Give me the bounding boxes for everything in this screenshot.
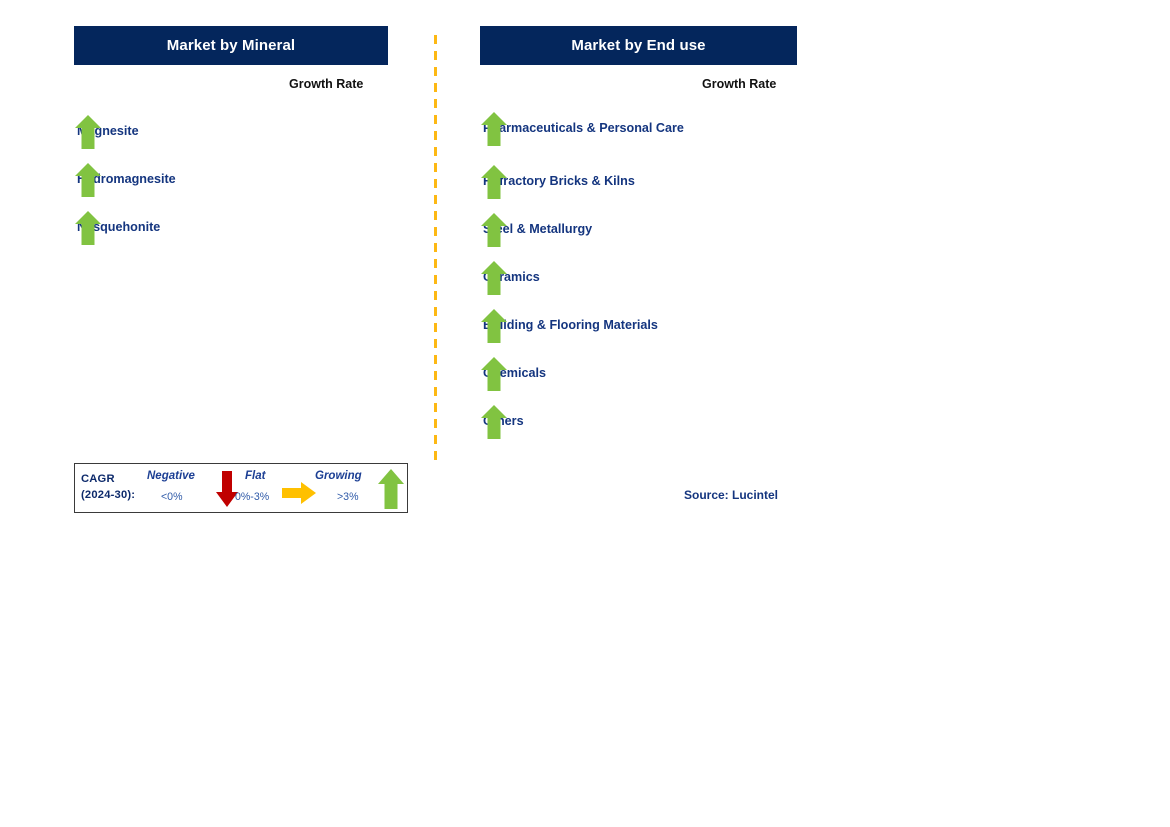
cagr-legend: CAGR (2024-30): Negative <0% Flat 0%-3% … — [74, 463, 408, 513]
rows-mineral: Magnesite Hydromagnesite Nesquehonite — [74, 108, 388, 252]
row-label: Steel & Metallurgy — [483, 222, 593, 237]
legend-cagr-line1: CAGR — [81, 473, 115, 485]
infographic-canvas: Market by Mineral Growth Rate Magnesite … — [0, 0, 1170, 827]
legend-cagr-line2: (2024-30): — [81, 489, 136, 502]
up-arrow-icon — [480, 260, 508, 296]
legend-term-flat: Flat — [245, 470, 266, 482]
table-row: Nesquehonite — [74, 204, 388, 252]
row-label: Chemicals — [483, 366, 546, 381]
row-label: Ceramics — [483, 270, 540, 285]
up-arrow-icon — [480, 212, 508, 248]
up-arrow-icon — [480, 404, 508, 440]
legend-cagr-caption: CAGR (2024-30): — [81, 471, 135, 503]
table-row: Others — [480, 398, 797, 446]
panel-market-by-mineral: Market by Mineral — [74, 26, 388, 65]
rows-enduse: Pharmaceuticals & Personal Care Refracto… — [480, 100, 797, 446]
table-row: Ceramics — [480, 254, 797, 302]
row-label: Pharmaceuticals & Personal Care — [483, 121, 684, 136]
panel-title-mineral: Market by Mineral — [74, 26, 388, 65]
panel-market-by-end-use: Market by End use — [480, 26, 797, 65]
right-arrow-icon — [281, 481, 317, 505]
row-label: Building & Flooring Materials — [483, 318, 658, 333]
legend-term-growing: Growing — [315, 470, 362, 482]
table-row: Hydromagnesite — [74, 156, 388, 204]
legend-range-flat: 0%-3% — [235, 491, 270, 503]
up-arrow-icon — [74, 162, 102, 198]
panel-title-enduse: Market by End use — [480, 26, 797, 65]
row-label: Others — [483, 414, 524, 429]
table-row: Steel & Metallurgy — [480, 206, 797, 254]
table-row: Chemicals — [480, 350, 797, 398]
row-label: Hydromagnesite — [77, 172, 176, 187]
legend-range-negative: <0% — [161, 491, 183, 503]
legend-range-growing: >3% — [337, 491, 359, 503]
up-arrow-icon — [74, 114, 102, 150]
up-arrow-icon — [480, 308, 508, 344]
growth-rate-header-mineral: Growth Rate — [289, 77, 364, 91]
table-row: Pharmaceuticals & Personal Care — [480, 100, 797, 158]
up-arrow-icon — [377, 468, 405, 510]
row-label: Nesquehonite — [77, 220, 161, 235]
legend-term-negative: Negative — [147, 470, 195, 482]
growth-rate-header-enduse: Growth Rate — [702, 77, 777, 91]
up-arrow-icon — [480, 111, 508, 147]
table-row: Building & Flooring Materials — [480, 302, 797, 350]
source-note: Source: Lucintel — [684, 488, 779, 502]
up-arrow-icon — [480, 356, 508, 392]
table-row: Refractory Bricks & Kilns — [480, 158, 797, 206]
vertical-dashed-divider — [434, 35, 437, 460]
row-label: Refractory Bricks & Kilns — [483, 174, 635, 189]
table-row: Magnesite — [74, 108, 388, 156]
row-label: Magnesite — [77, 124, 139, 139]
up-arrow-icon — [480, 164, 508, 200]
up-arrow-icon — [74, 210, 102, 246]
